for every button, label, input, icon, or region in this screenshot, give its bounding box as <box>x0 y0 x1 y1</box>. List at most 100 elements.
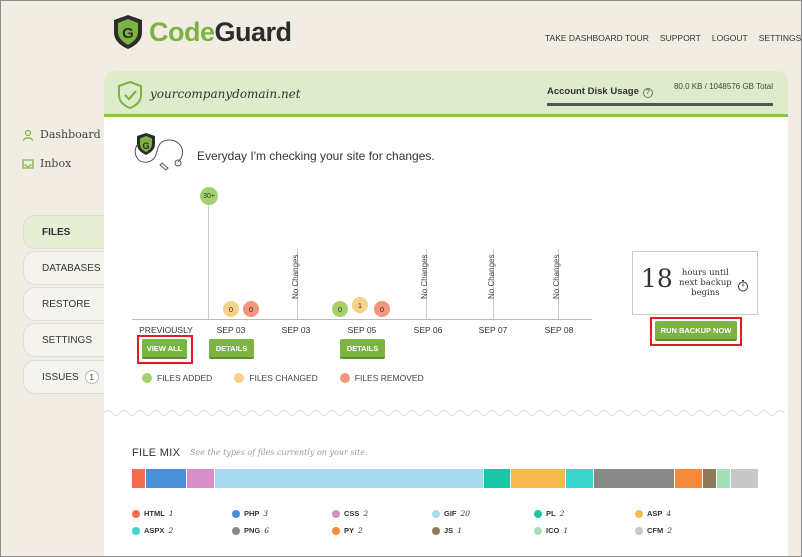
file-mix-segment[interactable] <box>674 469 703 488</box>
timeline-label: PREVIOUSLY <box>139 325 193 335</box>
file-type-name: CFM <box>647 526 664 535</box>
files-removed-dot[interactable]: 0 <box>374 301 390 317</box>
file-type-js: JS 1 <box>432 526 462 535</box>
tab-label: SETTINGS <box>42 334 93 346</box>
file-type-name: PHP <box>244 509 260 518</box>
file-mix-segment[interactable] <box>593 469 675 488</box>
nav-logout[interactable]: LOGOUT <box>712 33 748 43</box>
file-type-php: PHP 3 <box>232 509 268 518</box>
issues-count-badge: 1 <box>84 370 99 384</box>
file-type-count: 6 <box>264 526 270 535</box>
details-button[interactable]: DETAILS <box>209 339 254 359</box>
sidebar-tab-restore[interactable]: RESTORE <box>23 287 104 321</box>
next-backup-box: 18 hours until next backup begins <box>632 251 758 315</box>
file-type-name: ASPX <box>144 526 165 535</box>
file-type-count: 4 <box>666 509 672 518</box>
no-changes-label: No Changes <box>420 254 429 299</box>
file-type-count: 3 <box>263 509 269 518</box>
sidebar-tab-settings[interactable]: SETTINGS <box>23 323 104 357</box>
sidebar-link-dashboard[interactable]: Dashboard <box>22 128 101 141</box>
site-domain: yourcompanydomain.net <box>150 87 301 101</box>
timeline-total-badge[interactable]: 30+ <box>200 187 218 205</box>
files-changed-dot[interactable]: 1 <box>352 297 368 313</box>
svg-text:G: G <box>142 141 149 151</box>
main-panel: yourcompanydomain.net Account Disk Usage… <box>104 71 788 557</box>
color-dot-icon <box>232 509 240 518</box>
disk-usage-value: 80.0 KB / 1048576 GB Total <box>673 82 773 91</box>
backup-text-line: hours until <box>681 268 729 278</box>
sidebar-link-label: Inbox <box>40 157 72 170</box>
file-mix-segment[interactable] <box>187 469 216 488</box>
file-type-ico: ICO 1 <box>534 526 568 535</box>
file-mix-segment[interactable] <box>483 469 512 488</box>
timeline-stem <box>208 204 209 319</box>
file-type-count: 1 <box>168 509 174 518</box>
logo-guard-text: Guard <box>214 16 293 47</box>
nav-settings[interactable]: SETTINGS▼ <box>759 33 802 43</box>
sidebar-tab-databases[interactable]: DATABASES <box>23 251 104 285</box>
no-changes-label: No Changes <box>552 254 561 299</box>
svg-text:G: G <box>122 25 134 42</box>
timeline-axis <box>132 319 592 320</box>
logo-code-text: Code <box>149 16 215 47</box>
disk-usage: Account Disk Usage? 80.0 KB / 1048576 GB… <box>547 81 773 106</box>
backup-text-line: begins <box>691 288 720 298</box>
no-changes-label: No Changes <box>487 254 496 299</box>
tab-label: FILES <box>42 226 71 238</box>
tab-label: DATABASES <box>42 262 101 274</box>
disk-usage-bar <box>547 103 773 106</box>
file-type-py: PY 2 <box>332 526 363 535</box>
file-type-name: PY <box>344 526 355 535</box>
files-changed-dot[interactable]: 0 <box>223 301 239 317</box>
run-backup-now-button[interactable]: RUN BACKUP NOW <box>655 321 737 341</box>
file-mix-subtitle: See the types of files currently on your… <box>190 448 368 457</box>
color-dot-icon <box>232 526 240 535</box>
file-type-name: PL <box>546 509 556 518</box>
file-type-name: ICO <box>546 526 560 535</box>
file-type-html: HTML 1 <box>132 509 174 518</box>
files-added-dot[interactable]: 0 <box>332 301 348 317</box>
file-mix-segment[interactable] <box>716 469 732 488</box>
file-type-count: 2 <box>667 526 673 535</box>
file-type-count: 20 <box>460 509 471 518</box>
view-all-button[interactable]: VIEW ALL <box>142 339 187 359</box>
backup-text-line: next backup <box>679 278 732 288</box>
file-mix-segment[interactable] <box>731 469 759 488</box>
files-removed-dot[interactable]: 0 <box>243 301 259 317</box>
file-mix-bar <box>132 469 759 488</box>
backup-hours: 18 <box>641 264 673 293</box>
file-mix-segment[interactable] <box>215 469 484 488</box>
details-button[interactable]: DETAILS <box>340 339 385 359</box>
legend-files-removed: FILES REMOVED <box>339 373 424 383</box>
file-type-css: CSS 2 <box>332 509 368 518</box>
file-mix-segment[interactable] <box>511 469 566 488</box>
shield-logo-icon: G <box>114 15 142 49</box>
sidebar-link-label: Dashboard <box>40 128 101 141</box>
sidebar-link-inbox[interactable]: Inbox <box>22 157 71 170</box>
file-type-count: 1 <box>563 526 569 535</box>
disk-usage-label: Account Disk Usage <box>547 86 639 97</box>
help-icon[interactable]: ? <box>642 87 653 98</box>
legend-label: FILES REMOVED <box>354 373 424 383</box>
timeline-label: SEP 03 <box>216 325 246 335</box>
tab-label: RESTORE <box>42 298 91 310</box>
nav-settings-label: SETTINGS <box>758 33 802 43</box>
color-dot-icon <box>432 526 440 535</box>
legend-files-changed: FILES CHANGED <box>234 373 318 383</box>
file-mix-segment[interactable] <box>702 469 717 488</box>
nav-support[interactable]: SUPPORT <box>660 33 701 43</box>
color-dot-icon <box>132 526 140 535</box>
timeline-label: SEP 07 <box>478 325 508 335</box>
file-type-count: 1 <box>457 526 462 535</box>
nav-dashboard-tour[interactable]: TAKE DASHBOARD TOUR <box>545 33 649 43</box>
codeguard-logo[interactable]: G CodeGuard <box>111 14 292 50</box>
file-type-count: 2 <box>168 526 174 535</box>
file-mix-segment[interactable] <box>132 469 147 488</box>
legend-files-added: FILES ADDED <box>142 373 212 383</box>
file-mix-segment[interactable] <box>146 469 188 488</box>
sidebar-tab-files[interactable]: FILES <box>23 215 104 249</box>
red-dot-icon <box>339 373 350 383</box>
sidebar-tab-issues[interactable]: ISSUES 1 <box>23 360 104 394</box>
file-mix-segment[interactable] <box>565 469 594 488</box>
checking-status-text: Everyday I'm checking your site for chan… <box>197 149 435 163</box>
